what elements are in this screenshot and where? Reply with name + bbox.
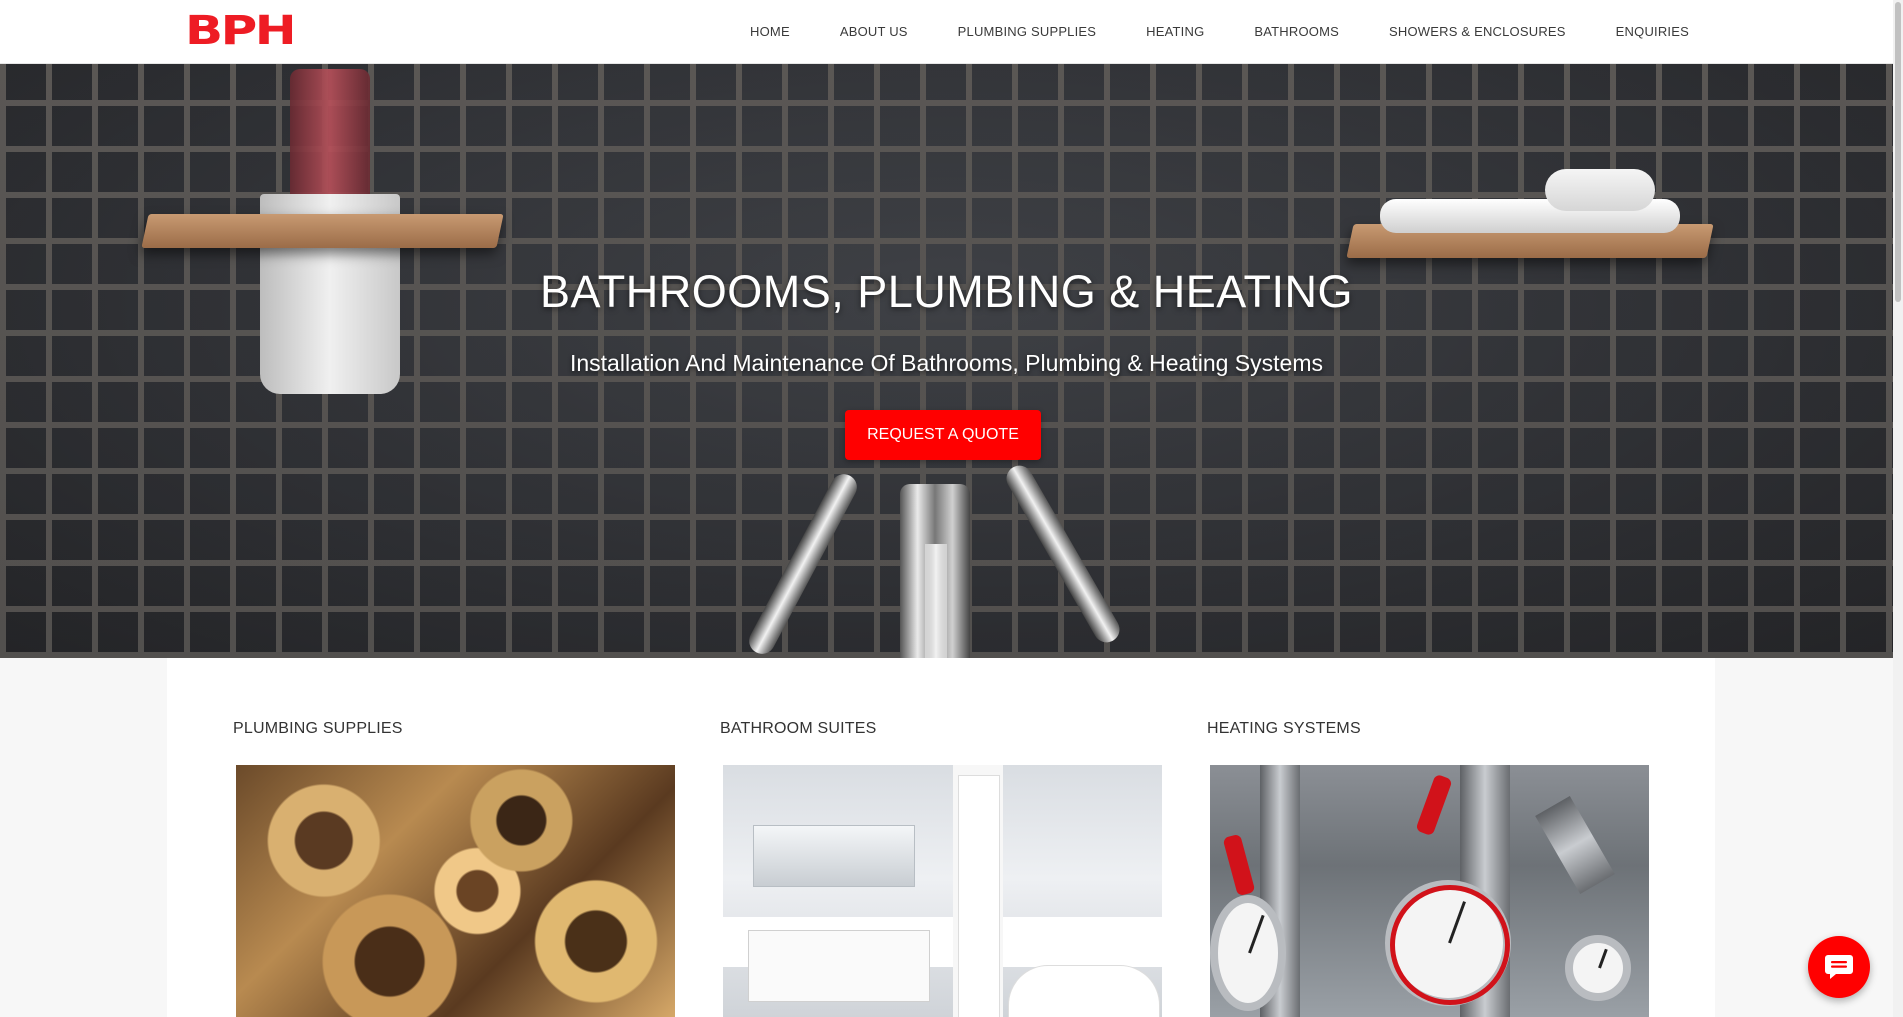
- bathroom-door: [958, 775, 1000, 1017]
- hero-shelf-left: [141, 214, 504, 248]
- hero-banner: BATHROOMS, PLUMBING & HEATING Installati…: [0, 64, 1893, 658]
- small-gauge: [1565, 935, 1631, 1001]
- plumbing-supplies-image[interactable]: [236, 765, 675, 1017]
- gauge-red-ring: [1390, 885, 1510, 1005]
- hero-soap: [1545, 169, 1655, 211]
- nav-item-showers-enclosures[interactable]: SHOWERS & ENCLOSURES: [1389, 24, 1566, 39]
- bathroom-tub: [1008, 965, 1160, 1017]
- hero-title: BATHROOMS, PLUMBING & HEATING: [540, 266, 1353, 317]
- site-header: BPH HOME ABOUT US PLUMBING SUPPLIES HEAT…: [0, 0, 1893, 64]
- hero-tap-handle-left: [744, 469, 862, 658]
- heating-pipe: [1535, 796, 1615, 894]
- red-valve-handle: [1222, 833, 1256, 897]
- bathroom-mirror: [753, 825, 915, 887]
- hero-bottle-decoration: [290, 69, 370, 199]
- bathroom-suites-image[interactable]: [723, 765, 1162, 1017]
- heating-systems-image[interactable]: [1210, 765, 1649, 1017]
- nav-item-about-us[interactable]: ABOUT US: [840, 24, 908, 39]
- main-nav: HOME ABOUT US PLUMBING SUPPLIES HEATING …: [750, 0, 1689, 63]
- red-valve-handle: [1415, 773, 1453, 837]
- hero-subtitle: Installation And Maintenance Of Bathroom…: [569, 350, 1323, 376]
- scrollbar-thumb[interactable]: [1895, 2, 1901, 302]
- hero-water-stream: [925, 544, 947, 658]
- service-card-title[interactable]: HEATING SYSTEMS: [1207, 720, 1361, 738]
- nav-item-bathrooms[interactable]: BATHROOMS: [1254, 24, 1339, 39]
- service-card-title[interactable]: PLUMBING SUPPLIES: [233, 720, 403, 738]
- nav-item-heating[interactable]: HEATING: [1146, 24, 1204, 39]
- pressure-gauge: [1210, 895, 1286, 1011]
- chat-button[interactable]: [1808, 936, 1870, 998]
- nav-item-enquiries[interactable]: ENQUIRIES: [1616, 24, 1689, 39]
- nav-item-home[interactable]: HOME: [750, 24, 790, 39]
- page-scrollbar[interactable]: [1893, 0, 1903, 1017]
- service-card-title[interactable]: BATHROOM SUITES: [720, 720, 877, 738]
- bathroom-vanity: [748, 930, 930, 1002]
- services-section: PLUMBING SUPPLIES BATHROOM SUITES HEATIN…: [167, 658, 1715, 1017]
- request-quote-button[interactable]: REQUEST A QUOTE: [845, 410, 1041, 460]
- brand-logo[interactable]: BPH: [185, 11, 297, 51]
- hero-tap-handle-right: [1001, 460, 1125, 648]
- nav-item-plumbing-supplies[interactable]: PLUMBING SUPPLIES: [958, 24, 1097, 39]
- chat-bubble-icon: [1825, 955, 1853, 979]
